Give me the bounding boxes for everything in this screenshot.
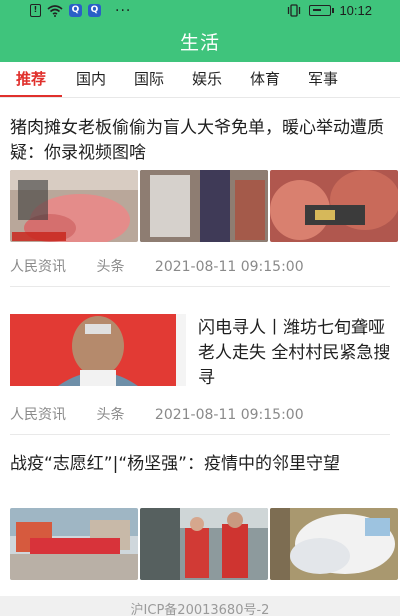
news-title[interactable]: 战疫“志愿红”|“杨坚强”：疫情中的邻里守望 bbox=[10, 452, 390, 477]
tab-recommend[interactable]: 推荐 bbox=[0, 62, 62, 97]
wifi-icon bbox=[47, 4, 63, 17]
news-tag: 头条 bbox=[96, 407, 125, 423]
news-thumbnails bbox=[10, 170, 398, 242]
page-title: 生活 bbox=[179, 32, 220, 54]
app-header: 生活 bbox=[0, 24, 400, 62]
battery-icon bbox=[309, 5, 335, 16]
tab-entertainment[interactable]: 娱乐 bbox=[178, 62, 236, 97]
qq-icon: Q bbox=[69, 4, 82, 17]
notification-icon: ! bbox=[30, 4, 41, 17]
tab-domestic[interactable]: 国内 bbox=[62, 62, 120, 97]
news-title[interactable]: 闪电寻人丨潍坊七旬聋哑老人走失 全村村民紧急搜寻 bbox=[198, 316, 392, 391]
news-title[interactable]: 猪肉摊女老板偷偷为盲人大爷免单，暖心举动遭质疑：你录视频图啥 bbox=[10, 116, 390, 166]
tab-sports[interactable]: 体育 bbox=[236, 62, 294, 97]
news-thumbnail bbox=[140, 170, 268, 242]
tab-international[interactable]: 国际 bbox=[120, 62, 178, 97]
news-thumbnails bbox=[10, 508, 398, 580]
vibrate-icon bbox=[288, 4, 301, 17]
news-thumbnail bbox=[140, 508, 268, 580]
status-bar: ! Q Q ··· 10:12 bbox=[0, 0, 400, 24]
divider bbox=[10, 286, 390, 287]
news-thumbnail bbox=[10, 170, 138, 242]
more-notifications-icon: ··· bbox=[115, 2, 132, 19]
qq-icon: Q bbox=[88, 4, 101, 17]
news-time: 2021-08-11 09:15:00 bbox=[154, 407, 304, 423]
news-meta: 人民资讯 头条 2021-08-11 09:15:00 bbox=[10, 404, 330, 424]
category-tabs: 推荐 国内 国际 娱乐 体育 军事 bbox=[0, 62, 400, 98]
tab-military[interactable]: 军事 bbox=[294, 62, 352, 97]
news-thumbnail bbox=[10, 508, 138, 580]
divider bbox=[10, 434, 390, 435]
news-thumbnail bbox=[270, 170, 398, 242]
news-source: 人民资讯 bbox=[10, 259, 66, 275]
news-thumbnail bbox=[10, 314, 186, 386]
news-time: 2021-08-11 09:15:00 bbox=[154, 259, 304, 275]
news-meta: 人民资讯 头条 2021-08-11 09:15:00 bbox=[10, 256, 330, 276]
icp-footer[interactable]: 沪ICP备20013680号-2 bbox=[0, 596, 400, 616]
clock-time: 10:12 bbox=[339, 3, 372, 18]
news-tag: 头条 bbox=[96, 259, 125, 275]
news-source: 人民资讯 bbox=[10, 407, 66, 423]
news-thumbnail bbox=[270, 508, 398, 580]
